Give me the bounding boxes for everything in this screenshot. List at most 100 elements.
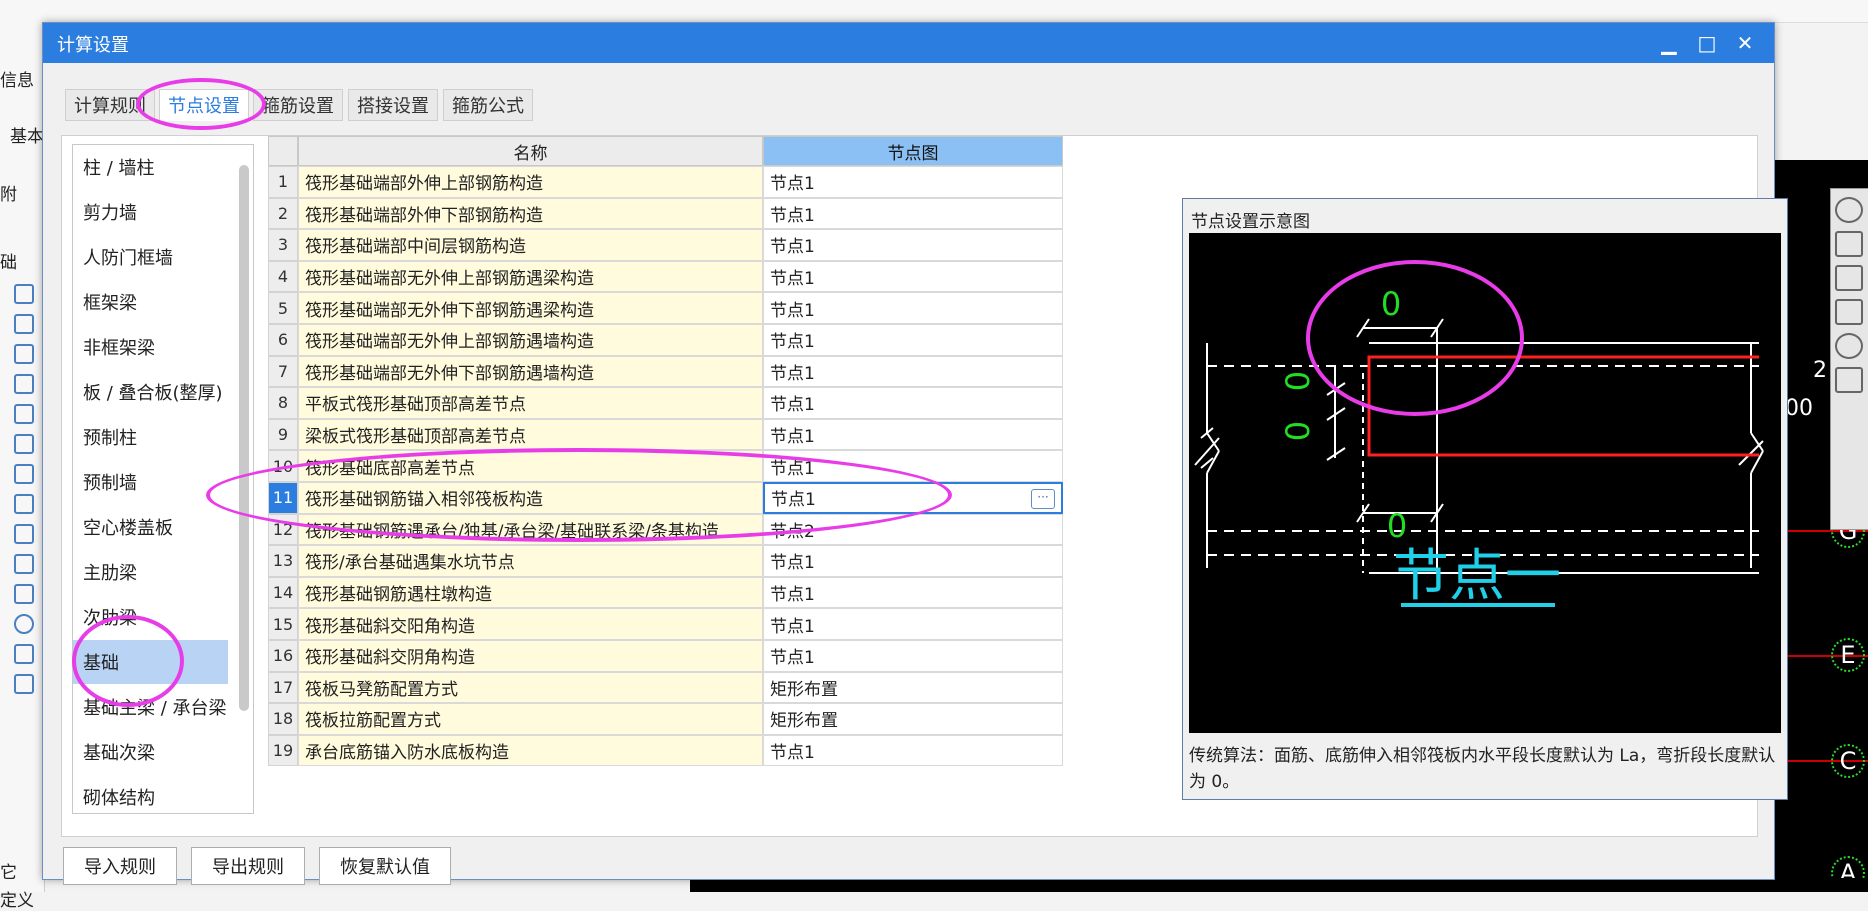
row-node-cell[interactable]: 节点1 <box>763 355 1063 388</box>
pit-icon[interactable] <box>14 434 34 454</box>
row-node-cell[interactable]: 矩形布置 <box>763 671 1063 704</box>
row-name-cell[interactable]: 梁板式筏形基础顶部高差节点 <box>298 418 763 451</box>
category-item[interactable]: 人防门框墙 <box>73 235 228 279</box>
row-name-cell[interactable]: 筏形基础斜交阳角构造 <box>298 608 763 640</box>
row-number[interactable]: 9 <box>268 418 298 451</box>
row-name-cell[interactable]: 承台底筋锚入防水底板构造 <box>298 734 763 767</box>
row-number[interactable]: 13 <box>268 545 298 577</box>
category-item[interactable]: 次肋梁 <box>73 595 228 639</box>
row-name-cell[interactable]: 筏板拉筋配置方式 <box>298 703 763 735</box>
row-name-cell[interactable]: 筏形基础钢筋遇承台/独基/承台梁/基础联系梁/条基构造 <box>298 513 763 546</box>
row-name-cell[interactable]: 筏形基础端部外伸上部钢筋构造 <box>298 166 763 198</box>
row-name-cell[interactable]: 筏形/承台基础遇集水坑节点 <box>298 545 763 577</box>
tab-stirrup-settings[interactable]: 箍筋设置 <box>253 89 343 121</box>
pencil-icon[interactable] <box>14 284 34 304</box>
category-item[interactable]: 板 / 叠合板(整厚) <box>73 370 228 414</box>
close-button[interactable]: ✕ <box>1727 27 1763 59</box>
column-icon[interactable] <box>14 404 34 424</box>
row-number[interactable]: 3 <box>268 229 298 261</box>
row-node-cell[interactable]: 节点1 <box>763 229 1063 261</box>
panel-icon[interactable] <box>14 674 34 694</box>
row-number[interactable]: 14 <box>268 576 298 609</box>
row-node-cell[interactable]: 节点1 <box>763 576 1063 609</box>
row-name-cell[interactable]: 筏形基础端部中间层钢筋构造 <box>298 229 763 261</box>
maximize-button[interactable]: □ <box>1689 27 1725 59</box>
cube-side-icon[interactable] <box>1835 299 1863 325</box>
row-name-cell[interactable]: 筏形基础端部无外伸上部钢筋遇墙构造 <box>298 324 763 356</box>
row-name-cell[interactable]: 筏形基础端部无外伸下部钢筋遇墙构造 <box>298 355 763 388</box>
row-name-cell[interactable]: 筏形基础端部无外伸下部钢筋遇梁构造 <box>298 292 763 324</box>
row-node-cell[interactable]: 矩形布置 <box>763 703 1063 735</box>
row-node-cell[interactable]: 节点1 <box>763 450 1063 482</box>
row-node-cell[interactable]: 节点1 <box>763 640 1063 672</box>
node-picker-button[interactable]: ··· <box>1031 489 1055 509</box>
row-node-cell[interactable]: 节点1 <box>763 545 1063 577</box>
down-icon[interactable] <box>14 584 34 604</box>
row-node-cell[interactable]: 节点1 <box>763 197 1063 230</box>
layout-icon[interactable] <box>1835 367 1863 393</box>
row-name-cell[interactable]: 筏形基础钢筋遇柱墩构造 <box>298 576 763 609</box>
category-item[interactable]: 主肋梁 <box>73 550 228 594</box>
row-number[interactable]: 10 <box>268 450 298 482</box>
category-item[interactable]: 柱 / 墙柱 <box>73 145 228 189</box>
pile-icon[interactable] <box>14 494 34 514</box>
row-node-cell[interactable]: 节点1 <box>763 166 1063 198</box>
cross-icon[interactable] <box>14 344 34 364</box>
row-name-cell[interactable]: 筏形基础端部外伸下部钢筋构造 <box>298 197 763 230</box>
category-item-selected[interactable]: 基础 <box>73 640 228 684</box>
row-node-cell[interactable]: 节点1 <box>763 734 1063 767</box>
category-scrollbar[interactable] <box>239 165 249 711</box>
anchor-icon[interactable] <box>14 554 34 574</box>
row-name-cell[interactable]: 平板式筏形基础顶部高差节点 <box>298 387 763 419</box>
row-number[interactable]: 15 <box>268 608 298 640</box>
row-name-cell[interactable]: 筏形基础斜交阴角构造 <box>298 640 763 672</box>
column-header-name[interactable]: 名称 <box>298 136 763 166</box>
category-item[interactable]: 预制墙 <box>73 460 228 504</box>
row-name-cell[interactable]: 筏形基础底部高差节点 <box>298 450 763 482</box>
row-name-cell[interactable]: 筏形基础钢筋锚入相邻筏板构造 <box>298 482 763 514</box>
block-icon[interactable] <box>14 374 34 394</box>
3d-icon[interactable] <box>1835 231 1863 257</box>
row-node-cell[interactable]: 节点1 <box>763 418 1063 451</box>
row-node-cell[interactable]: 节点1 <box>763 324 1063 356</box>
column-header-node[interactable]: 节点图 <box>763 136 1063 166</box>
category-item[interactable]: 预制柱 <box>73 415 228 459</box>
row-number[interactable]: 11 <box>268 482 298 514</box>
footing-icon[interactable] <box>14 464 34 484</box>
row-number[interactable]: 1 <box>268 166 298 198</box>
row-name-cell[interactable]: 筏板马凳筋配置方式 <box>298 671 763 704</box>
cube-front-icon[interactable] <box>1835 265 1863 291</box>
row-node-cell[interactable]: 节点1 <box>763 260 1063 293</box>
tab-lap-settings[interactable]: 搭接设置 <box>348 89 438 121</box>
row-number[interactable]: 16 <box>268 640 298 672</box>
row-number[interactable]: 2 <box>268 197 298 230</box>
row-number[interactable]: 12 <box>268 513 298 546</box>
category-item[interactable]: 剪力墙 <box>73 190 228 234</box>
tab-stirrup-formula[interactable]: 箍筋公式 <box>443 89 533 121</box>
row-node-cell[interactable]: 节点1 <box>763 292 1063 324</box>
category-item[interactable]: 基础次梁 <box>73 730 228 774</box>
category-item[interactable]: 砌体结构 <box>73 775 228 813</box>
row-number[interactable]: 6 <box>268 324 298 356</box>
category-item[interactable]: 框架梁 <box>73 280 228 324</box>
row-node-cell-editing[interactable]: 节点1 ··· <box>763 482 1063 514</box>
grid-icon[interactable] <box>14 314 34 334</box>
row-number[interactable]: 7 <box>268 355 298 388</box>
rotate-icon[interactable] <box>1835 333 1863 359</box>
cap-icon[interactable] <box>14 524 34 544</box>
category-item[interactable]: 基础主梁 / 承台梁 <box>73 685 228 729</box>
orbit-icon[interactable] <box>1835 197 1863 223</box>
row-number[interactable]: 17 <box>268 671 298 704</box>
tab-node-settings[interactable]: 节点设置 <box>159 89 249 121</box>
category-item[interactable]: 非框架梁 <box>73 325 228 369</box>
row-node-cell[interactable]: 节点2 <box>763 513 1063 546</box>
row-number[interactable]: 5 <box>268 292 298 324</box>
row-node-cell[interactable]: 节点1 <box>763 387 1063 419</box>
export-rules-button[interactable]: 导出规则 <box>191 847 305 885</box>
minimize-button[interactable]: ▁ <box>1651 27 1687 59</box>
category-item[interactable]: 空心楼盖板 <box>73 505 228 549</box>
import-rules-button[interactable]: 导入规则 <box>63 847 177 885</box>
tab-calc-rules[interactable]: 计算规则 <box>65 89 155 121</box>
ellipse-icon[interactable] <box>14 614 34 634</box>
table-icon[interactable] <box>14 644 34 664</box>
